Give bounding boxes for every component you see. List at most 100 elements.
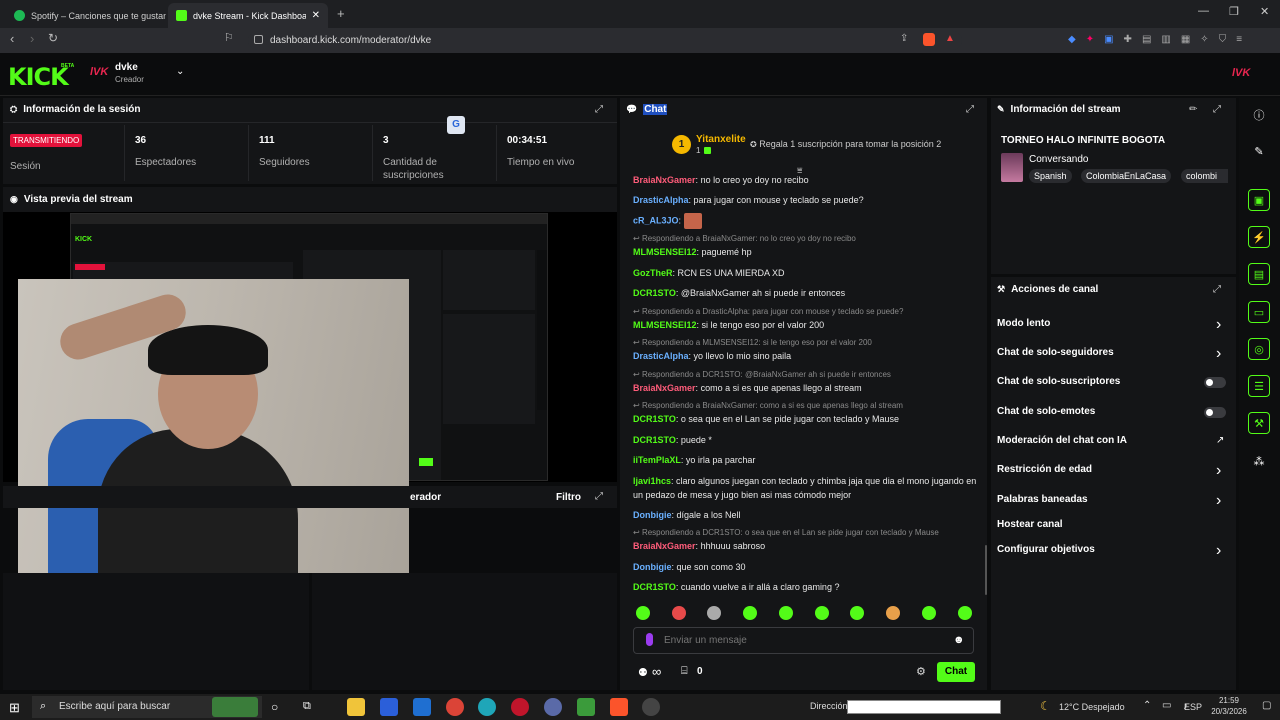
extension-icon[interactable]: ◆ xyxy=(1068,34,1076,45)
external-link-icon[interactable]: ↗ xyxy=(1216,435,1224,446)
expand-icon[interactable]: ⤢ xyxy=(595,491,603,502)
channel-action-label[interactable]: Chat de solo-suscriptores xyxy=(997,376,1120,387)
channel-action-label[interactable]: Configurar objetivos xyxy=(997,544,1095,555)
game-icon[interactable] xyxy=(577,698,595,716)
rewards-icon[interactable]: ⚉ xyxy=(638,666,648,679)
wrench-icon[interactable]: ⚒ xyxy=(1248,412,1270,434)
tab-spotify[interactable]: Spotify – Canciones que te gustan xyxy=(6,3,166,28)
share-icon[interactable]: ⇪ xyxy=(900,33,908,44)
media-icon[interactable]: ▤ xyxy=(1142,34,1151,45)
chat-username[interactable]: BraiaNxGamer xyxy=(633,175,696,185)
back-icon[interactable]: ‹ xyxy=(10,31,14,46)
site-info-icon[interactable] xyxy=(254,35,263,44)
language-indicator[interactable]: ESP xyxy=(1184,702,1202,712)
pencil-icon[interactable]: ✎ xyxy=(1248,140,1270,162)
minimize-icon[interactable]: — xyxy=(1198,5,1209,17)
bookmark-icon[interactable]: ⚐ xyxy=(224,31,234,44)
chat-username[interactable]: DCR1STO xyxy=(633,288,676,298)
category-name[interactable]: Conversando xyxy=(1029,154,1088,165)
expand-icon[interactable]: ⤢ xyxy=(966,104,974,115)
expand-icon[interactable]: ⤢ xyxy=(1213,284,1221,295)
leo-icon[interactable]: ✧ xyxy=(1200,34,1208,45)
filter-button[interactable]: Filtro xyxy=(556,492,581,503)
chrome-icon[interactable] xyxy=(446,698,464,716)
chat-username[interactable]: DrasticAlpha xyxy=(633,351,689,361)
menu-icon[interactable]: ≡ xyxy=(1236,34,1242,45)
chat-username[interactable]: DCR1STO xyxy=(633,582,676,592)
tray-chevron-icon[interactable]: ⌃ xyxy=(1143,700,1151,711)
toggle-switch[interactable] xyxy=(1204,407,1226,418)
forward-icon[interactable]: › xyxy=(30,31,34,46)
puzzle-icon[interactable]: ✚ xyxy=(1124,34,1132,45)
rewards-icon[interactable]: ▲ xyxy=(945,33,955,44)
emote-button[interactable] xyxy=(743,606,757,620)
chat-username[interactable]: Donbigie xyxy=(633,562,672,572)
extension-icon[interactable]: ✦ xyxy=(1086,34,1094,45)
info-icon[interactable]: ⓘ xyxy=(1248,104,1270,126)
gift-box-icon[interactable]: ⌸ xyxy=(681,665,688,678)
chevron-right-icon[interactable]: › xyxy=(1216,316,1221,334)
send-chat-button[interactable]: Chat xyxy=(937,662,975,682)
profile-avatar[interactable]: lVK xyxy=(1232,67,1250,79)
edit-icon[interactable]: ✏ xyxy=(1189,104,1197,115)
chat-icon[interactable]: ▭ xyxy=(1248,301,1270,323)
translate-icon[interactable]: ▣ xyxy=(1104,34,1113,45)
emoji-icon[interactable]: ☻ xyxy=(953,634,965,646)
brave-shield-icon[interactable] xyxy=(923,33,935,46)
url-field[interactable]: dashboard.kick.com/moderator/dvke xyxy=(248,31,962,50)
channel-action-label[interactable]: Moderación del chat con IA xyxy=(997,435,1127,446)
file-explorer-icon[interactable] xyxy=(347,698,365,716)
store-icon[interactable] xyxy=(380,698,398,716)
chevron-right-icon[interactable]: › xyxy=(1216,492,1221,510)
chevron-right-icon[interactable]: › xyxy=(1216,345,1221,363)
chat-username[interactable]: MLMSENSEI12 xyxy=(633,247,697,257)
brave-icon[interactable] xyxy=(610,698,628,716)
stack-icon[interactable]: ☰ xyxy=(1248,375,1270,397)
chat-username[interactable]: GozTheR xyxy=(633,268,673,278)
translate-overlay-icon[interactable]: G xyxy=(447,116,465,134)
chat-username[interactable]: DCR1STO xyxy=(633,435,676,445)
settings-icon[interactable]: ⚙ xyxy=(916,665,926,678)
chat-username[interactable]: DCR1STO xyxy=(633,414,676,424)
app-icon[interactable] xyxy=(642,698,660,716)
document-icon[interactable]: ▤ xyxy=(1248,263,1270,285)
channel-action-label[interactable]: Palabras baneadas xyxy=(997,494,1088,505)
stream-preview-icon[interactable]: ▣ xyxy=(1248,189,1270,211)
lightning-icon[interactable]: ⚡ xyxy=(1248,226,1270,248)
network-icon[interactable]: ▭ xyxy=(1162,700,1171,711)
emote-button[interactable] xyxy=(672,606,686,620)
chat-username[interactable]: ljavi1hcs xyxy=(633,476,671,486)
chevron-down-icon[interactable]: ⌄ xyxy=(176,66,184,77)
top-gifter-name[interactable]: Yitanxelite xyxy=(696,134,746,145)
emote-button[interactable] xyxy=(636,606,650,620)
tab-kick-dashboard[interactable]: dvke Stream - Kick Dashboard ✕ xyxy=(168,3,328,28)
channel-action-label[interactable]: Chat de solo-seguidores xyxy=(997,347,1114,358)
broadcast-icon[interactable]: ◎ xyxy=(1248,338,1270,360)
chat-username[interactable]: BraiaNxGamer xyxy=(633,541,696,551)
category-thumbnail[interactable] xyxy=(1001,153,1023,182)
wallet-icon[interactable]: ▦ xyxy=(1181,34,1190,45)
tag-chip[interactable]: ColombiaEnLaCasa xyxy=(1081,169,1172,183)
task-view-icon[interactable]: ⧉ xyxy=(303,700,311,713)
chat-username[interactable]: MLMSENSEI12 xyxy=(633,320,697,330)
user-avatar[interactable]: lVK xyxy=(90,66,108,78)
emote-button[interactable] xyxy=(707,606,721,620)
windows-start-icon[interactable]: ⊞ xyxy=(9,700,20,716)
community-icon[interactable]: ⁂ xyxy=(1248,450,1270,472)
gift-prompt[interactable]: ✪ Regala 1 suscripción para tomar la pos… xyxy=(750,139,941,149)
chat-username[interactable]: DrasticAlpha xyxy=(633,195,689,205)
clock-date[interactable]: 20/3/2026 xyxy=(1205,707,1253,716)
address-toolbar-input[interactable] xyxy=(847,700,1001,714)
clock-time[interactable]: 21:59 xyxy=(1214,696,1244,705)
outlook-icon[interactable] xyxy=(413,698,431,716)
weather-text[interactable]: 12°C Despejado xyxy=(1059,702,1125,712)
emote-button[interactable] xyxy=(850,606,864,620)
obs-icon[interactable] xyxy=(544,698,562,716)
chat-scrollbar[interactable] xyxy=(985,545,987,595)
opera-icon[interactable] xyxy=(511,698,529,716)
reload-icon[interactable]: ↻ xyxy=(48,31,58,45)
tag-chip[interactable]: Spanish xyxy=(1029,169,1072,183)
toggle-switch[interactable] xyxy=(1204,377,1226,388)
chat-username[interactable]: cR_AL3JO xyxy=(633,215,679,225)
emote-button[interactable] xyxy=(886,606,900,620)
